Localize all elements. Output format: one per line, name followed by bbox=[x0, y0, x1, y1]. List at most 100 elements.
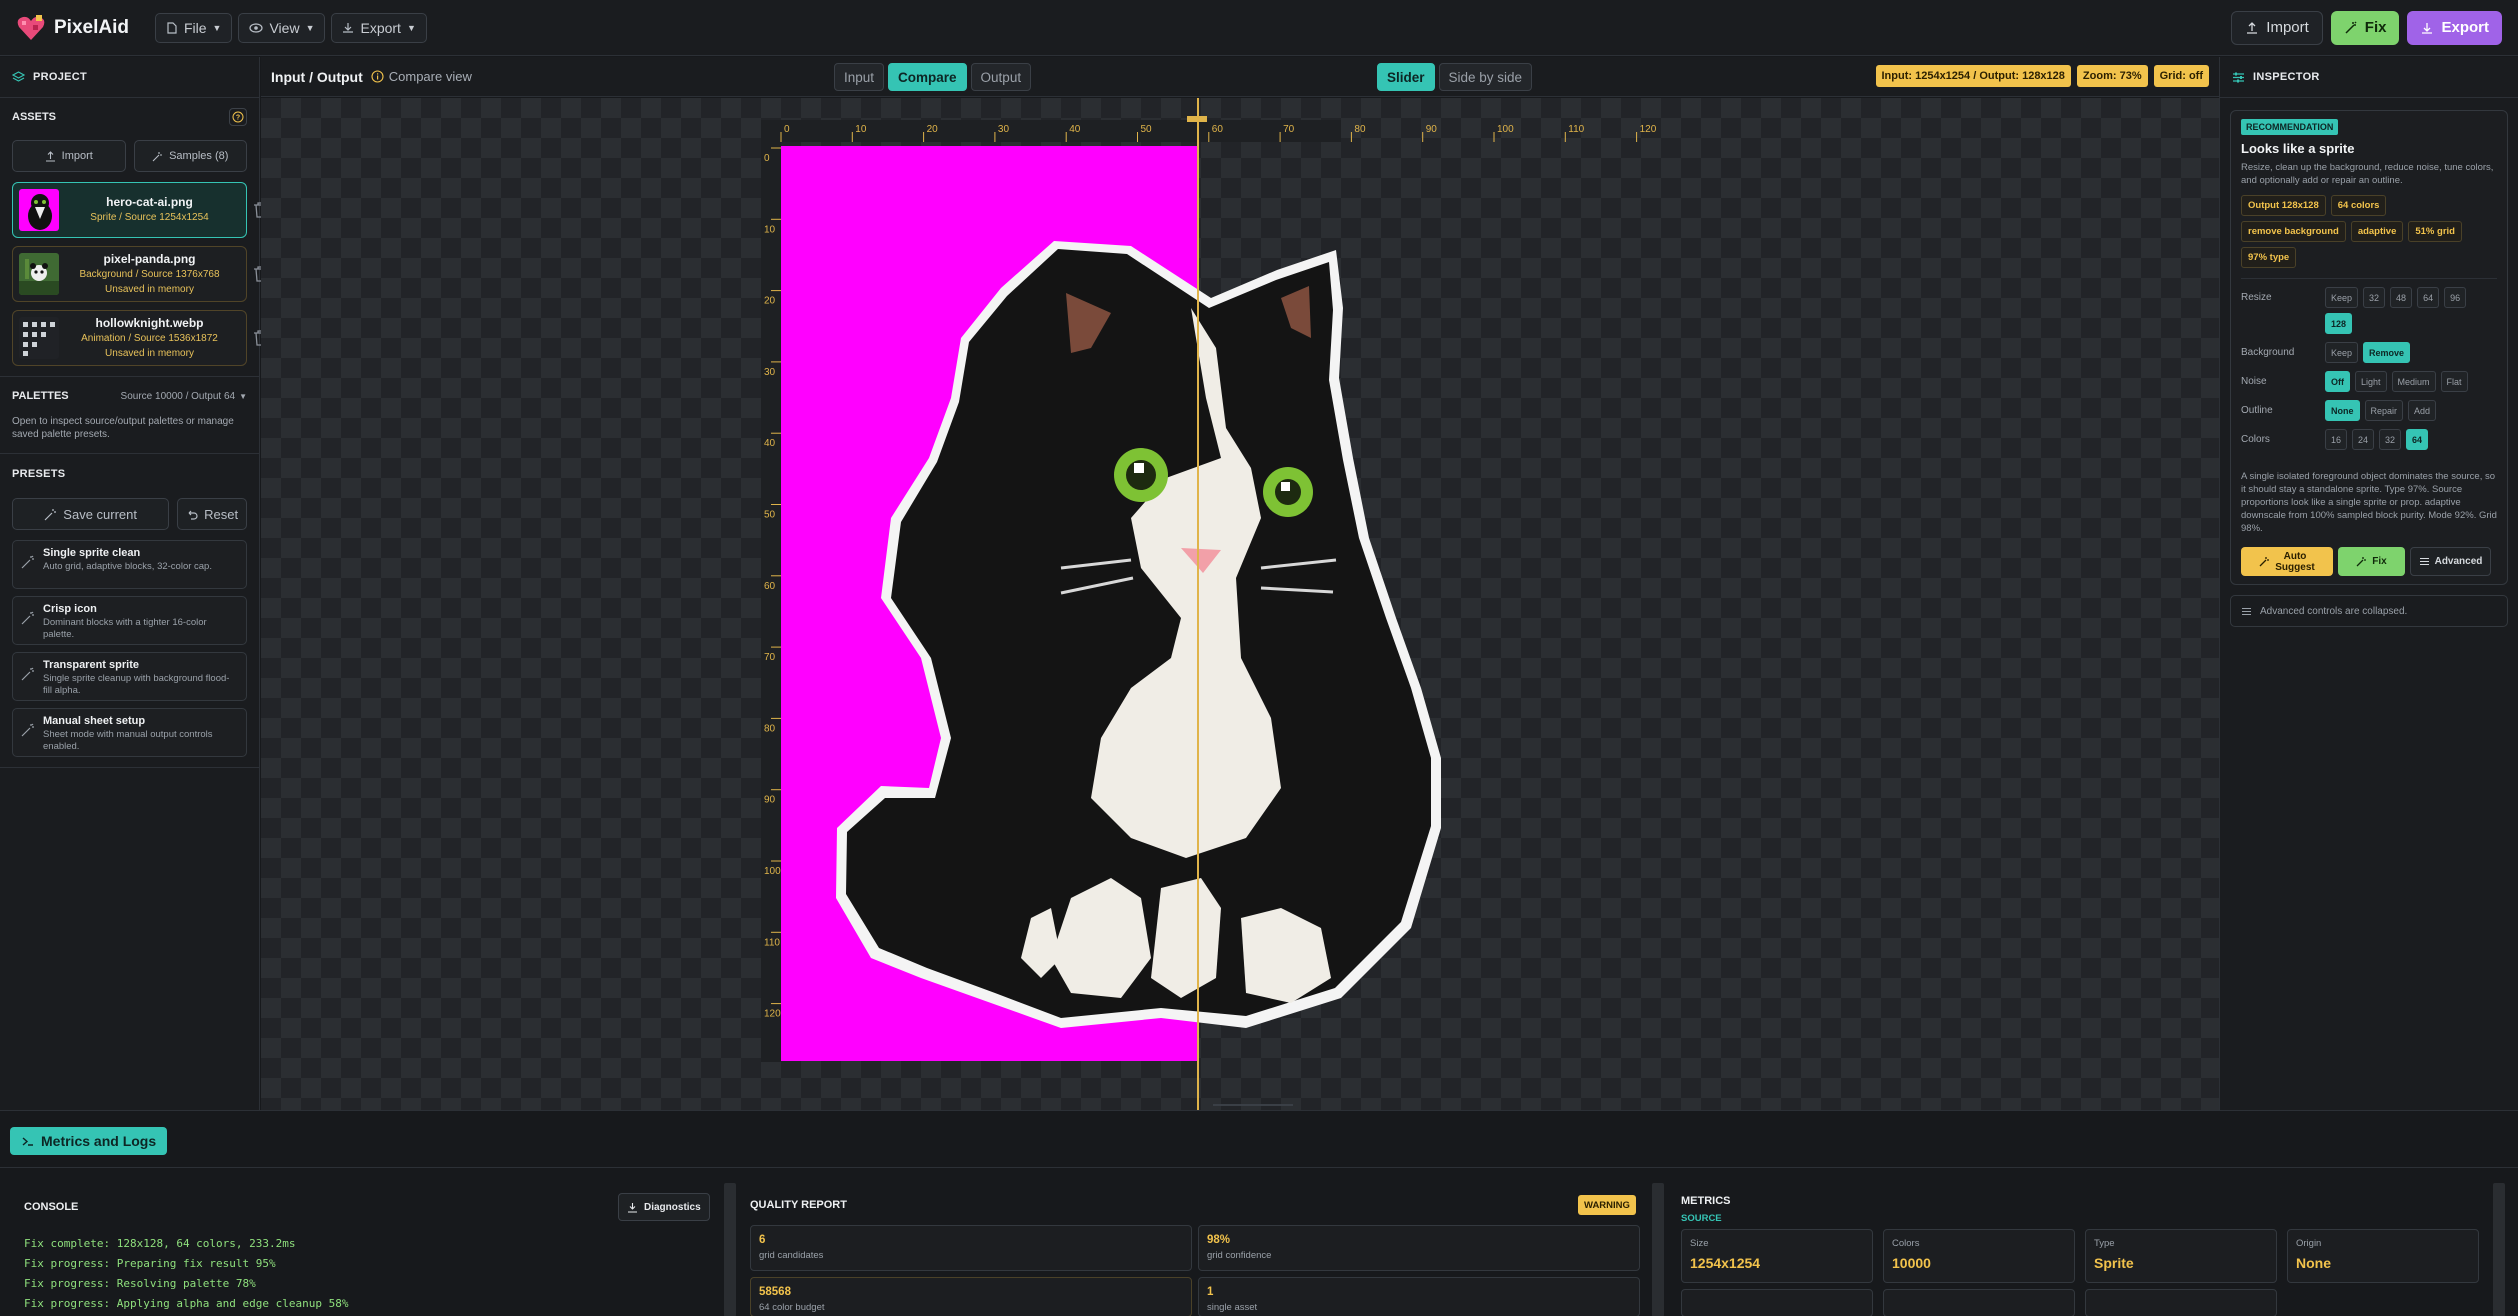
option-button[interactable]: Keep bbox=[2325, 287, 2359, 308]
palettes-header[interactable]: PALETTES Source 10000 / Output 64 ▼ bbox=[0, 377, 259, 415]
file-menu-button[interactable]: File ▼ bbox=[154, 12, 233, 43]
inspector-header: INSPECTOR bbox=[2220, 57, 2518, 97]
asset-status: Unsaved in memory bbox=[105, 283, 194, 295]
palettes-title: PALETTES bbox=[12, 390, 69, 402]
auto-suggest-button[interactable]: Auto Suggest bbox=[2241, 547, 2333, 576]
metric-value: None bbox=[2296, 1255, 2331, 1271]
magic-wand-icon bbox=[21, 723, 34, 737]
pixelaid-app: PixelAid File ▼ View ▼ Export ▼ Import F… bbox=[0, 0, 2518, 1316]
option-button[interactable]: 32 bbox=[2379, 429, 2402, 450]
save-current-button[interactable]: Save current bbox=[12, 498, 170, 530]
quality-report-panel: QUALITY REPORT WARNING 6 grid candidates… bbox=[740, 1177, 1664, 1316]
diagnostics-button[interactable]: Diagnostics bbox=[618, 1193, 710, 1221]
compare-slider-line[interactable] bbox=[1197, 98, 1199, 1110]
option-button[interactable]: 64 bbox=[2417, 287, 2440, 308]
ruler-y bbox=[761, 142, 781, 1062]
bottom-panel: Metrics and Logs CONSOLE Diagnostics Fix… bbox=[0, 1110, 2518, 1316]
option-button[interactable]: 48 bbox=[2390, 287, 2413, 308]
fix-button[interactable]: Fix bbox=[2330, 10, 2400, 45]
chevron-down-icon: ▼ bbox=[239, 391, 247, 401]
warning-badge: WARNING bbox=[1578, 1195, 1636, 1215]
metrics-scrollbar[interactable] bbox=[2493, 1183, 2505, 1316]
metric-label: Size bbox=[1690, 1238, 1709, 1249]
option-button[interactable]: 128 bbox=[2325, 313, 2353, 334]
metrics-logs-button[interactable]: Metrics and Logs bbox=[10, 1127, 168, 1155]
option-button[interactable]: Add bbox=[2408, 400, 2437, 421]
tab-side-by-side[interactable]: Side by side bbox=[1438, 63, 1533, 91]
reset-button[interactable]: Reset bbox=[177, 498, 247, 530]
option-button[interactable]: None bbox=[2325, 400, 2360, 421]
preset-title: Single sprite clean bbox=[43, 547, 141, 559]
export-button[interactable]: Export bbox=[2407, 10, 2502, 45]
ruler-y-label: 120 bbox=[764, 1009, 781, 1020]
quality-label: grid candidates bbox=[759, 1250, 824, 1261]
ruler-x-label: 10 bbox=[855, 124, 867, 135]
view-menu-button[interactable]: View ▼ bbox=[238, 12, 326, 43]
asset-name: hero-cat-ai.png bbox=[106, 195, 193, 209]
download-icon bbox=[343, 22, 354, 33]
inspector-fix-button[interactable]: Fix bbox=[2338, 547, 2405, 576]
compare-slider-handle[interactable] bbox=[1187, 116, 1207, 122]
option-button[interactable]: Light bbox=[2355, 371, 2387, 392]
magic-wand-icon bbox=[44, 508, 57, 520]
preset-title: Manual sheet setup bbox=[43, 715, 146, 727]
advanced-button[interactable]: Advanced bbox=[2410, 547, 2491, 576]
option-button[interactable]: 16 bbox=[2325, 429, 2348, 450]
asset-item[interactable]: hero-cat-ai.png Sprite / Source 1254x125… bbox=[12, 182, 266, 238]
magic-wand-icon bbox=[152, 151, 163, 161]
inspector-fix-label: Fix bbox=[2372, 556, 2387, 567]
metric-cell: Colors 10000 bbox=[1883, 1229, 2075, 1283]
preset-item[interactable]: Transparent sprite Single sprite cleanup… bbox=[12, 652, 247, 701]
option-button[interactable]: Repair bbox=[2364, 400, 2404, 421]
preset-item[interactable]: Manual sheet setup Sheet mode with manua… bbox=[12, 708, 247, 757]
tab-output[interactable]: Output bbox=[970, 63, 1032, 91]
top-actions: Import Fix Export bbox=[2231, 10, 2502, 45]
control-options: Keep 32 48 64 96 128 bbox=[2325, 287, 2497, 334]
samples-label: Samples (8) bbox=[169, 150, 229, 162]
chevron-down-icon: ▼ bbox=[212, 22, 222, 33]
option-button[interactable]: 24 bbox=[2352, 429, 2375, 450]
chip: Output 128x128 bbox=[2241, 195, 2326, 216]
metric-cell: Origin None bbox=[2287, 1229, 2479, 1283]
tab-input[interactable]: Input bbox=[834, 63, 885, 91]
option-button[interactable]: Off bbox=[2325, 371, 2350, 392]
undo-icon bbox=[188, 510, 198, 520]
compare-view-label: Compare view bbox=[388, 69, 472, 84]
ruler-y-label: 80 bbox=[764, 723, 776, 734]
console-panel: CONSOLE Diagnostics Fix complete: 128x12… bbox=[10, 1177, 736, 1316]
metrics-panel: METRICS SOURCE Size 1254x1254 Colors 100… bbox=[1667, 1177, 2518, 1316]
recommendation-chips: 97% type bbox=[2241, 247, 2497, 268]
preset-description: Sheet mode with manual output controls e… bbox=[43, 729, 213, 752]
ruler-x bbox=[761, 120, 1341, 142]
asset-item[interactable]: hollowknight.webp Animation / Source 153… bbox=[12, 310, 266, 366]
advanced-collapsed[interactable]: Advanced controls are collapsed. bbox=[2230, 595, 2508, 627]
console-scrollbar[interactable] bbox=[724, 1183, 736, 1316]
option-button[interactable]: 64 bbox=[2406, 429, 2429, 450]
control-options: Off Light Medium Flat bbox=[2325, 371, 2497, 392]
quality-scrollbar[interactable] bbox=[1652, 1183, 1664, 1316]
image-canvas[interactable]: 0 10 20 30 40 50 60 70 80 90 100 110 120 0 10 20 30 40 50… bbox=[261, 98, 2219, 1110]
samples-button[interactable]: Samples (8) bbox=[133, 140, 247, 172]
quality-value: 98% bbox=[1207, 1234, 1231, 1246]
ruler-x-label: 40 bbox=[1069, 124, 1081, 135]
tab-compare[interactable]: Compare bbox=[888, 63, 967, 91]
help-button[interactable]: ? bbox=[229, 108, 247, 126]
ruler-x-label: 100 bbox=[1497, 124, 1514, 135]
option-button[interactable]: Remove bbox=[2363, 342, 2411, 363]
option-button[interactable]: 32 bbox=[2363, 287, 2386, 308]
export-menu-button[interactable]: Export ▼ bbox=[331, 12, 427, 43]
chip: remove background bbox=[2241, 221, 2346, 242]
magic-wand-icon bbox=[2259, 557, 2269, 567]
app-name: PixelAid bbox=[54, 16, 129, 38]
option-button[interactable]: Flat bbox=[2440, 371, 2468, 392]
import-button[interactable]: Import bbox=[2231, 10, 2323, 45]
option-button[interactable]: Medium bbox=[2391, 371, 2436, 392]
preset-item[interactable]: Single sprite clean Auto grid, adaptive … bbox=[12, 540, 247, 589]
canvas-scrollbar[interactable] bbox=[1213, 1104, 1293, 1106]
option-button[interactable]: Keep bbox=[2325, 342, 2359, 363]
asset-item[interactable]: pixel-panda.png Background / Source 1376… bbox=[12, 246, 266, 302]
tab-slider[interactable]: Slider bbox=[1377, 63, 1435, 91]
preset-item[interactable]: Crisp icon Dominant blocks with a tighte… bbox=[12, 596, 247, 645]
import-asset-button[interactable]: Import bbox=[12, 140, 126, 172]
option-button[interactable]: 96 bbox=[2444, 287, 2467, 308]
